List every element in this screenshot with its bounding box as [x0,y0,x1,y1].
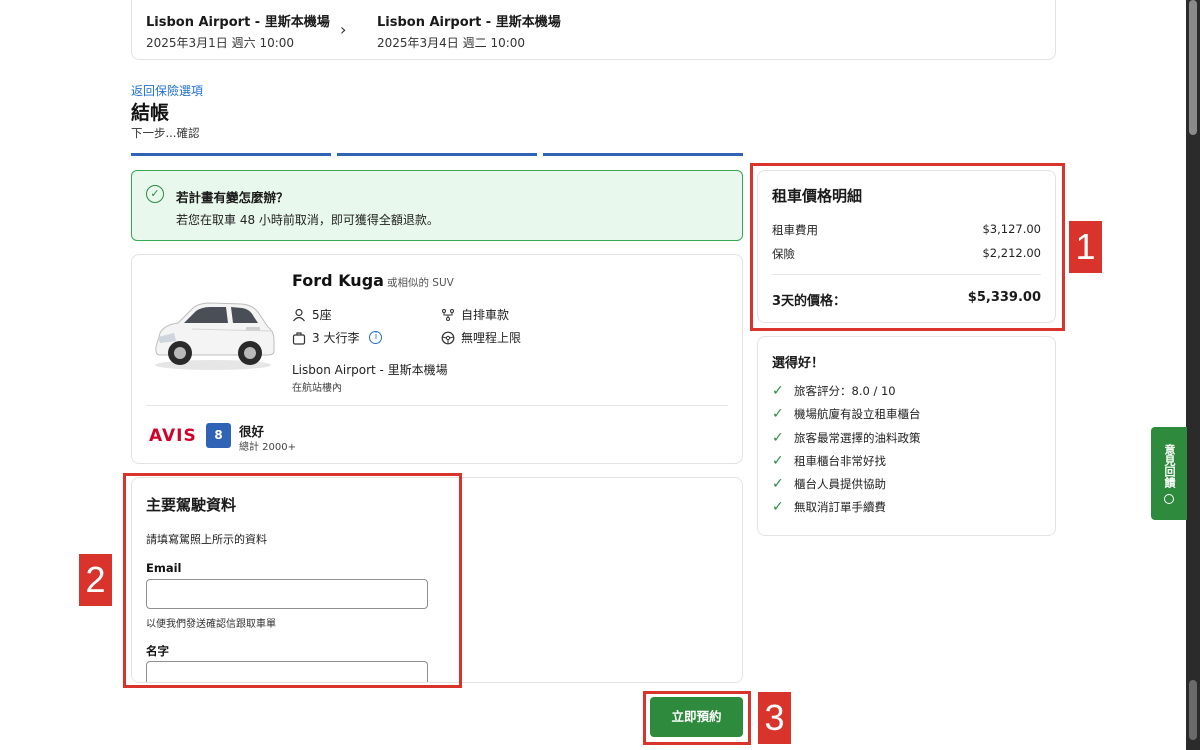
check-icon: ✓ [772,430,784,446]
rating-count: 總計 2000+ [239,442,297,453]
list-item: ✓ 租車櫃台非常好找 [772,453,886,469]
seats-label: 5座 [312,308,332,322]
page-title: 結帳 [131,102,170,124]
transmission-label: 自排車款 [461,308,510,322]
list-item-label: 租車櫃台非常好找 [794,454,886,468]
mileage-feature: 無哩程上限 [441,329,521,346]
check-circle-icon: ✓ [146,185,164,203]
car-details-card: Ford Kuga 或相似的 SUV 5座 自排車款 3 大行李 i 無哩程上限 … [131,254,743,464]
annotation-label-1: 1 [1069,221,1102,273]
list-item: ✓ 櫃台人員提供協助 [772,476,886,492]
car-model: Ford Kuga [292,271,384,290]
dropoff-leg: Lisbon Airport - 里斯本機場 2025年3月4日 週二 10:0… [377,11,561,51]
card-divider [146,405,728,406]
check-icon: ✓ [772,499,784,515]
gear-shift-icon [442,308,454,321]
car-image [155,302,275,370]
pickup-time: 2025年3月1日 週六 10:00 [146,36,295,50]
suitcase-icon [292,331,306,345]
annotation-label-2: 2 [79,554,112,606]
progress-segment-2 [337,153,537,156]
notice-body: 若您在取車 48 小時前取消，即可獲得全額退款。 [176,213,439,227]
steering-wheel-icon [441,331,455,344]
annotation-box-2 [123,473,462,688]
person-icon [293,308,305,321]
dropoff-time: 2025年3月4日 週二 10:00 [377,36,526,50]
list-item: ✓ 無取消訂單手續費 [772,499,886,515]
mileage-label: 無哩程上限 [461,331,522,345]
check-icon: ✓ [772,406,784,422]
list-item-label: 旅客最常選擇的油料政策 [794,431,921,445]
pickup-leg: Lisbon Airport - 里斯本機場 2025年3月1日 週六 10:0… [146,11,330,51]
car-name: Ford Kuga 或相似的 SUV [292,271,454,290]
luggage-label: 3 大行李 [312,331,360,345]
info-icon[interactable]: i [369,331,383,344]
seats-feature: 5座 [292,306,332,323]
check-icon: ✓ [772,453,784,469]
notice-title: 若計畫有變怎麼辦？ [176,190,289,205]
scrollbar-track[interactable] [1186,0,1200,750]
back-to-insurance-link[interactable]: 返回保險選項 [131,82,203,99]
feedback-label: 意見回饋 [1163,443,1176,488]
pickup-location: Lisbon Airport - 里斯本機場 [292,363,448,377]
check-icon: ✓ [772,383,784,399]
check-icon: ✓ [772,476,784,492]
pickup-location-detail: 在航站樓內 [292,383,342,394]
list-item-label: 無取消訂單手續費 [794,500,886,514]
scrollbar-thumb-secondary[interactable] [1189,680,1197,740]
next-step-label: 下一步...確認 [131,126,200,140]
car-similar-label: 或相似的 SUV [386,277,454,289]
list-item-label: 櫃台人員提供協助 [794,477,886,491]
scrollbar-thumb[interactable] [1189,0,1197,135]
avis-logo: AVIS [149,426,197,446]
luggage-feature: 3 大行李 i [292,329,383,346]
annotation-box-1 [750,163,1065,331]
dropoff-place: Lisbon Airport - 里斯本機場 [377,15,561,30]
cancellation-notice: ✓ 若計畫有變怎麼辦？ 若您在取車 48 小時前取消，即可獲得全額退款。 [131,170,743,241]
annotation-box-3 [643,691,751,745]
list-item: ✓ 機場航廈有設立租車櫃台 [772,406,921,422]
transmission-feature: 自排車款 [441,306,509,323]
progress-segment-1 [131,153,331,156]
good-choice-card: 選得好！ ✓ 旅客評分：8.0 / 10 ✓ 機場航廈有設立租車櫃台 ✓ 旅客最常選擇… [757,336,1056,536]
rating-score-badge: 8 [206,423,231,448]
list-item-label: 機場航廈有設立租車櫃台 [794,407,921,421]
list-item: ✓ 旅客最常選擇的油料政策 [772,430,921,446]
chevron-right-icon: › [340,20,347,39]
list-item-label: 旅客評分：8.0 / 10 [794,384,896,398]
route-summary-card: Lisbon Airport - 里斯本機場 2025年3月1日 週六 10:0… [131,0,1056,60]
annotation-label-3: 3 [758,692,791,744]
progress-segment-3 [543,153,743,156]
good-choice-title: 選得好！ [772,356,825,371]
pickup-place: Lisbon Airport - 里斯本機場 [146,15,330,30]
chat-bubble-icon [1164,493,1174,504]
list-item: ✓ 旅客評分：8.0 / 10 [772,383,896,399]
feedback-tab[interactable]: 意見回饋 [1151,427,1187,520]
